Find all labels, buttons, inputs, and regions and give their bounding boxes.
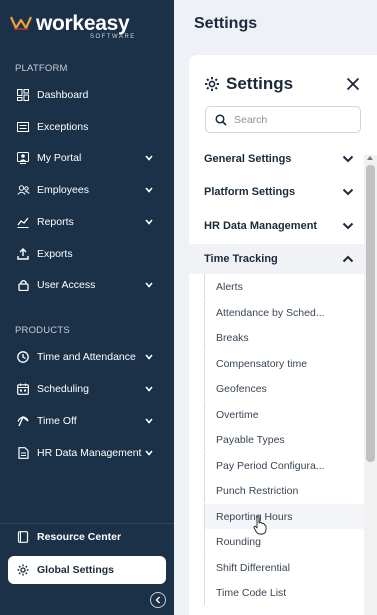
panel-title-text: Settings — [226, 74, 294, 93]
sidebar-item-label: Exports — [37, 248, 73, 260]
collapse-sidebar-button[interactable] — [150, 592, 166, 608]
exceptions-icon — [16, 120, 30, 134]
sidebar-item-dashboard[interactable]: Dashboard — [8, 81, 166, 109]
sidebar-item-label: Reports — [37, 216, 74, 228]
sidebar-item-label: Time and Attendance — [37, 351, 136, 363]
sidebar-item-label: Scheduling — [37, 383, 89, 395]
sidebar-item-resource-center[interactable]: Resource Center — [8, 523, 166, 551]
settings-item-pay-period-configuration[interactable]: Pay Period Configura... — [204, 453, 364, 478]
sidebar-item-label: Dashboard — [37, 89, 89, 101]
sidebar-item-label: Employees — [37, 184, 89, 196]
sidebar-item-my-portal[interactable]: My Portal — [8, 144, 166, 172]
chevron-down-icon — [144, 386, 154, 392]
settings-item-attendance-by-schedule[interactable]: Attendance by Sched... — [204, 300, 364, 325]
dashboard-icon — [16, 88, 30, 102]
chevron-down-icon — [144, 354, 154, 360]
time-off-icon — [16, 414, 30, 428]
group-label: Platform Settings — [204, 186, 296, 198]
sidebar-item-user-access[interactable]: User Access — [8, 271, 166, 299]
settings-item-punch-restriction[interactable]: Punch Restriction — [204, 478, 364, 503]
search-input[interactable] — [234, 113, 354, 126]
chevron-down-icon — [144, 282, 154, 288]
scroll-thumb[interactable] — [366, 165, 375, 462]
sidebar-item-hr-data-management[interactable]: HR Data Management — [8, 439, 166, 467]
group-platform-settings[interactable]: Platform Settings — [189, 177, 364, 207]
exports-icon — [16, 247, 30, 261]
settings-panel: Settings General Settings Platform Setti… — [189, 55, 377, 615]
clock-icon — [16, 350, 30, 364]
chevron-down-icon — [342, 188, 354, 196]
sidebar-item-label: HR Data Management — [37, 447, 142, 459]
chevron-down-icon — [144, 155, 154, 161]
sidebar-item-reports[interactable]: Reports — [8, 208, 166, 236]
sidebar-item-label: Resource Center — [37, 531, 122, 543]
search-icon — [215, 113, 227, 126]
sidebar-item-exports[interactable]: Exports — [8, 240, 166, 268]
sidebar-item-employees[interactable]: Employees — [8, 176, 166, 204]
settings-item-rounding[interactable]: Rounding — [204, 529, 364, 554]
chevron-down-icon — [144, 418, 154, 424]
calendar-icon — [16, 382, 30, 396]
gear-icon — [16, 563, 30, 577]
group-general-settings[interactable]: General Settings — [189, 144, 364, 174]
chevron-down-icon — [342, 222, 354, 230]
chevron-left-icon — [155, 596, 160, 604]
book-icon — [16, 530, 30, 544]
page-title: Settings — [194, 15, 258, 32]
chevron-down-icon — [342, 155, 354, 163]
sidebar-item-time-and-attendance[interactable]: Time and Attendance — [8, 343, 166, 371]
settings-item-geofences[interactable]: Geofences — [204, 376, 364, 401]
crown-logo-icon — [10, 16, 32, 30]
group-time-tracking[interactable]: Time Tracking — [189, 244, 364, 274]
group-label: HR Data Management — [204, 220, 318, 232]
hr-file-icon — [16, 446, 30, 460]
chevron-down-icon — [144, 187, 154, 193]
sidebar-item-label: Global Settings — [37, 564, 115, 576]
panel-title: Settings — [204, 74, 293, 94]
sidebar-item-label: My Portal — [37, 152, 82, 164]
portal-icon — [16, 151, 30, 165]
products-section-label: PRODUCTS — [15, 325, 70, 336]
settings-item-time-code-list[interactable]: Time Code List — [204, 580, 364, 605]
hand-pointer-cursor-icon — [253, 515, 267, 535]
sidebar-item-time-off[interactable]: Time Off — [8, 407, 166, 435]
gear-icon — [204, 76, 220, 92]
settings-item-compensatory-time[interactable]: Compensatory time — [204, 351, 364, 376]
chevron-down-icon — [144, 450, 154, 456]
reports-icon — [16, 215, 30, 229]
group-label: Time Tracking — [204, 253, 278, 265]
settings-item-alerts[interactable]: Alerts — [204, 274, 364, 299]
brand-tagline: SOFTWARE — [90, 34, 136, 40]
sidebar-item-label: Time Off — [37, 415, 77, 427]
settings-item-shift-differential[interactable]: Shift Differential — [204, 555, 364, 580]
sidebar-item-label: User Access — [37, 279, 96, 291]
group-label: General Settings — [204, 153, 292, 165]
panel-scrollbar[interactable] — [364, 155, 377, 615]
workeasy-logo[interactable]: workeasy SOFTWARE — [10, 12, 160, 42]
chevron-down-icon — [144, 219, 154, 225]
settings-item-reporting-hours[interactable]: Reporting Hours — [204, 504, 364, 529]
sidebar: workeasy SOFTWARE PLATFORM Dashboard Exc… — [0, 0, 174, 615]
brand-name: workeasy — [36, 12, 130, 35]
group-hr-data-management[interactable]: HR Data Management — [189, 211, 364, 241]
settings-item-breaks[interactable]: Breaks — [204, 325, 364, 350]
settings-item-overtime[interactable]: Overtime — [204, 402, 364, 427]
scroll-up-arrow-icon[interactable] — [367, 156, 373, 160]
close-button[interactable] — [346, 77, 360, 91]
sidebar-item-label: Exceptions — [37, 121, 89, 133]
sidebar-item-global-settings[interactable]: Global Settings — [8, 556, 166, 584]
employees-icon — [16, 183, 30, 197]
sidebar-item-exceptions[interactable]: Exceptions — [8, 113, 166, 141]
settings-item-payable-types[interactable]: Payable Types — [204, 427, 364, 452]
sidebar-item-scheduling[interactable]: Scheduling — [8, 375, 166, 403]
close-icon — [346, 77, 360, 91]
platform-section-label: PLATFORM — [15, 63, 68, 74]
search-box — [205, 106, 361, 133]
lock-icon — [16, 278, 30, 292]
chevron-up-icon — [342, 255, 354, 263]
